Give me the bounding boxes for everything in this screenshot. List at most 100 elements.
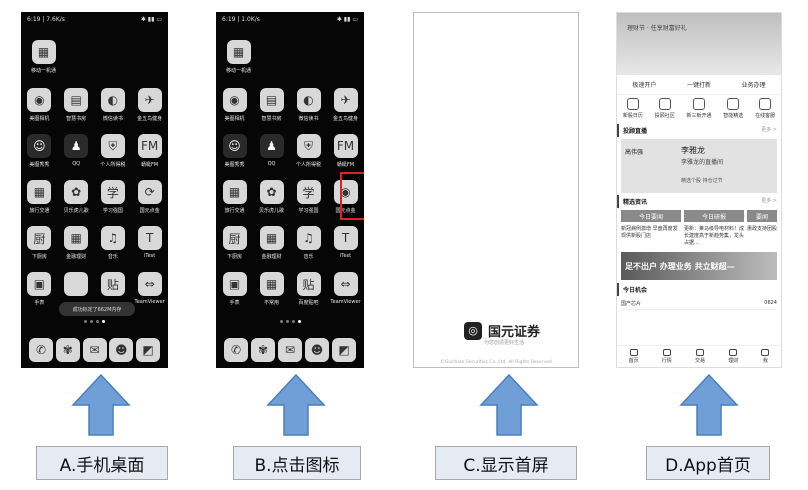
brand-tagline: 为您创造更好生活 [484,340,525,346]
app-label: 金五鸟健身 [137,116,163,122]
app-radio[interactable]: FM 蜻蜓FM [327,134,364,168]
feature-item[interactable]: 智能精选 [723,98,743,119]
app-label: QQ [72,161,81,167]
more-link[interactable]: 更多 > [761,197,777,206]
app-label: 美图秀秀 [224,162,245,168]
app-train[interactable]: ▦ 旅行交通 [21,180,58,214]
nav-item[interactable]: 我 [761,349,770,364]
tab-news[interactable]: 今日要闻 [621,210,681,222]
feature-item[interactable]: 投顾社区 [655,98,675,119]
app-label: 手表 [229,300,240,306]
copyright: ©GuoYuan Securities Co.,Ltd. All Rights … [440,360,552,365]
app-finance[interactable]: ▦ 金融理财 [58,226,95,260]
splash-screen: ◎ 国元证券 为您创造更好生活 ©GuoYuan Securities Co.,… [413,12,579,368]
app-label: 金五鸟健身 [332,116,358,122]
chance-item[interactable]: 国产芯片 0624 [621,298,777,310]
tab-research[interactable]: 今日研报 [684,210,744,222]
app-kitchen[interactable]: 厨下厨房 [216,226,253,260]
folder-yidong[interactable]: ▦ 移动一机通 [226,40,251,74]
cat-icon[interactable]: ☻ [109,338,134,362]
app-label: 智慧书房 [66,116,87,122]
app-tiger[interactable]: ✿ 贝乐虎儿歌 [58,180,95,214]
train-icon: ▦ [27,180,52,204]
tab-headlines[interactable]: 要闻 [747,210,777,222]
feature-item[interactable]: 新股日历 [623,98,643,119]
feature-label: 在线客服 [755,113,776,119]
open-account-button[interactable]: 极速开户 [632,80,656,89]
chance-heading: 今日机会 [623,287,648,294]
app-label: 百度贴吧 [298,300,319,306]
app-refresh[interactable]: ⟳ 国元点金 [131,180,168,214]
gallery-icon[interactable]: ◩ [136,338,160,362]
caption-b: B.点击图标 [233,446,361,480]
app-camera[interactable]: ◉ 美图相机 [216,88,253,122]
app-teamviewer[interactable]: ⇔ TeamViewer [327,272,364,306]
gallery-icon[interactable]: ◩ [332,338,356,362]
app-bird[interactable]: ✈ 金五鸟健身 [327,88,364,122]
app-teamviewer[interactable]: ⇔ TeamViewer [131,272,168,306]
app-toggle[interactable]: ◐ 微信读书 [95,88,132,122]
app-train[interactable]: ▦ 旅行交通 [216,180,253,214]
app-t[interactable]: TiTest [327,226,364,260]
nav-label: 理财 [728,358,739,364]
app-toggle[interactable]: ◐ 微信读书 [290,88,327,122]
business-button[interactable]: 业务办理 [742,80,766,89]
app-label: 不常用 [263,300,279,306]
app-home-screen: 理财节 · 任享财富好礼 极速开户 一键打新 业务办理 新股日历 投顾社区 新三板开… [616,12,782,368]
live-host-name: 李雅龙 [681,146,705,155]
feature-item[interactable]: 新三板开通 [686,98,712,119]
folder-yidong[interactable]: ▦ 移动一机通 [31,40,56,74]
news-item[interactable]: 更新：莱马级导电材料！成长建度高于新趋势集，龙头占据… [684,226,744,247]
nav-item[interactable]: 首页 [629,349,639,364]
nav-item[interactable]: 交易 [695,349,705,364]
nav-item[interactable]: 行情 [662,349,672,364]
app-music[interactable]: ♫ 音乐 [290,226,327,260]
app-finance[interactable]: ▦ 金融理财 [253,226,290,260]
feature-icon [658,98,671,110]
app-bird[interactable]: ✈ 金五鸟健身 [131,88,168,122]
chat-icon[interactable]: ✉ [82,338,107,362]
app-shield[interactable]: ⛨ 个人所得税 [95,134,132,168]
cat-icon[interactable]: ☻ [305,338,329,362]
app-watch[interactable]: ▣ 手表 [216,272,253,306]
flower-icon[interactable]: ✾ [251,338,275,362]
app-blank[interactable] [58,272,95,306]
train-icon: ▦ [222,180,247,204]
app-tiger[interactable]: ✿ 贝乐虎儿歌 [253,180,290,214]
splash-logo: ◎ 国元证券 [464,321,540,340]
feature-item[interactable]: 在线客服 [755,98,775,119]
app-t[interactable]: TiTest [131,226,168,260]
app-face[interactable]: ☺ 美图秀秀 [216,134,253,168]
app-shield[interactable]: ⛨ 个人所得税 [290,134,327,168]
live-card[interactable]: 高伟强 李雅龙 李雅龙的直播间 精选个股 持仓过节 [621,139,777,193]
ipo-button[interactable]: 一键打新 [687,80,711,89]
app-folder[interactable]: ▦ 不常用 [253,272,290,306]
more-link[interactable]: 更多 > [761,126,777,135]
app-calligraphy[interactable]: 学学习强国 [95,180,132,214]
app-camera[interactable]: ◉ 美图相机 [21,88,58,122]
live-host-left: 高伟强 [625,149,644,156]
app-watch[interactable]: ▣ 手表 [21,272,58,306]
feature-label: 新三板开通 [686,113,712,119]
app-sticker[interactable]: 贴百度贴吧 [290,272,327,306]
flower-icon[interactable]: ✾ [55,338,80,362]
news-item[interactable]: 惠政支持团股 [747,226,777,247]
app-book[interactable]: ▤ 智慧书房 [58,88,95,122]
app-penguin[interactable]: ♟ QQ [253,134,290,168]
app-label: 美图相机 [224,116,245,122]
chat-icon[interactable]: ✉ [278,338,302,362]
app-sticker[interactable]: 贴 [95,272,132,306]
app-music[interactable]: ♫ 音乐 [95,226,132,260]
phone-icon[interactable]: ✆ [224,338,248,362]
news-item[interactable]: 新冠病例激增 早盘再度发现供新股门店 [621,226,681,247]
app-calligraphy[interactable]: 学学习强国 [290,180,327,214]
app-face[interactable]: ☺ 美图秀秀 [21,134,58,168]
app-penguin[interactable]: ♟ QQ [58,134,95,168]
app-book[interactable]: ▤ 智慧书房 [253,88,290,122]
promo-banner[interactable]: 理财节 · 任享财富好礼 [617,13,781,75]
app-radio[interactable]: FM 蜻蜓FM [131,134,168,168]
phone-icon[interactable]: ✆ [29,338,53,362]
nav-item[interactable]: 理财 [728,349,738,364]
app-kitchen[interactable]: 厨下厨房 [21,226,58,260]
business-promo[interactable]: 足不出户 办理业务 共立财超— [621,252,777,280]
